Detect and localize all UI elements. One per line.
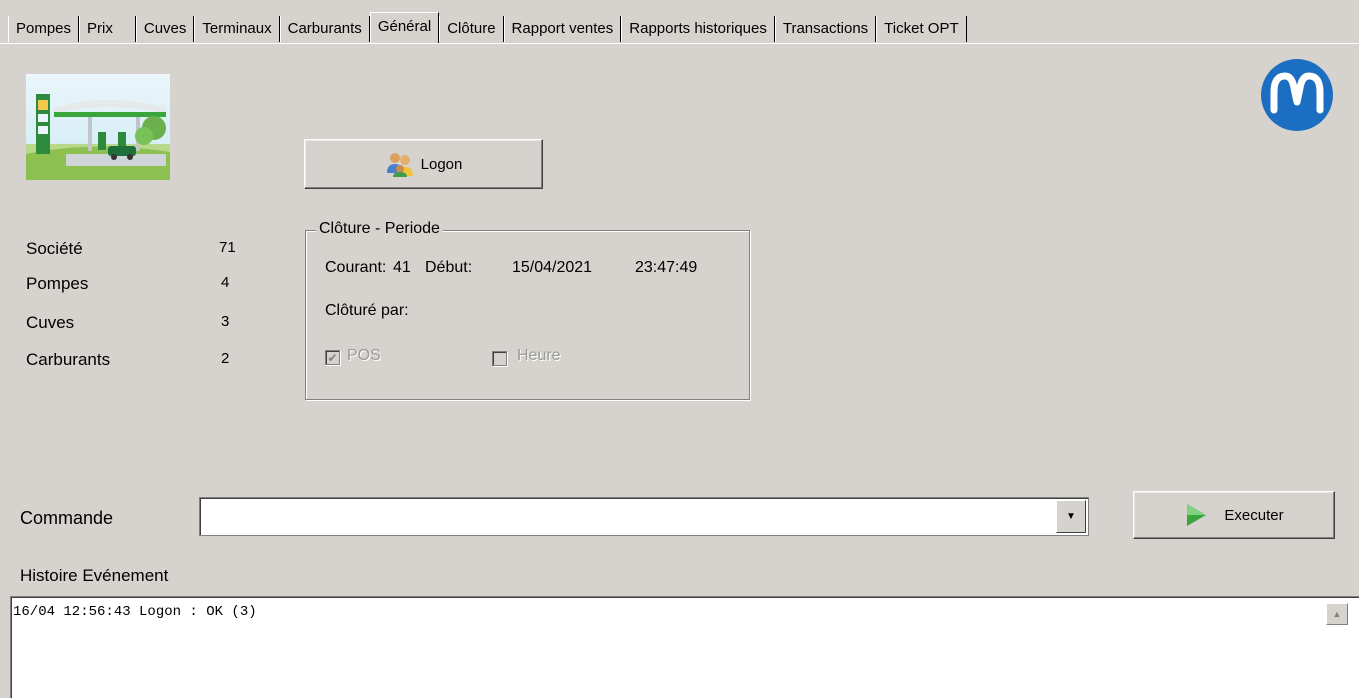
tab-carburants[interactable]: Carburants: [279, 16, 370, 42]
stat-cuves-label: Cuves: [26, 313, 75, 332]
history-line: 16/04 12:56:43 Logon : OK (3): [13, 604, 257, 620]
tab-general[interactable]: Général: [369, 12, 440, 43]
history-log[interactable]: 16/04 12:56:43 Logon : OK (3) ▲: [10, 596, 1359, 698]
heure-checkbox[interactable]: [492, 351, 507, 366]
history-label: Histoire Evénement: [20, 566, 169, 585]
stat-cuves-value: 3: [221, 313, 230, 330]
stat-societe-label: Société: [26, 239, 83, 258]
tab-rapports-historiques[interactable]: Rapports historiques: [621, 16, 775, 42]
cloture-periode-title: Clôture - Periode: [316, 220, 443, 238]
tab-cuves[interactable]: Cuves: [135, 16, 195, 42]
play-icon: [1184, 502, 1208, 528]
tab-pompes[interactable]: Pompes: [8, 16, 80, 42]
chevron-down-icon[interactable]: ▼: [1056, 500, 1086, 533]
executer-button[interactable]: Executer: [1133, 491, 1335, 539]
tab-list: Pompes Prix Cuves Terminaux Carburants G…: [8, 12, 967, 43]
tab-cloture[interactable]: Clôture: [439, 16, 504, 42]
stat-pompes-label: Pompes: [26, 274, 89, 293]
heure-label: Heure: [517, 347, 561, 364]
stat-carburants-value: 2: [221, 350, 230, 367]
tab-terminaux[interactable]: Terminaux: [194, 16, 280, 42]
tab-prix[interactable]: Prix: [79, 16, 136, 42]
courant-label: Courant:: [325, 259, 387, 276]
tab-bar: Pompes Prix Cuves Terminaux Carburants G…: [0, 12, 1359, 44]
logon-button-label: Logon: [420, 155, 463, 173]
stat-pompes-value: 4: [221, 274, 230, 291]
debut-date: 15/04/2021: [512, 259, 593, 276]
company-logo: [1260, 58, 1334, 132]
commande-label: Commande: [20, 508, 114, 528]
tab-divider: [0, 43, 1359, 44]
users-icon: [385, 151, 415, 177]
executer-button-label: Executer: [1224, 506, 1284, 524]
tab-transactions[interactable]: Transactions: [774, 16, 877, 42]
pos-checkbox[interactable]: ✔: [325, 350, 340, 365]
courant-value: 41: [393, 259, 411, 276]
stat-carburants-label: Carburants: [26, 350, 111, 369]
scroll-up-arrow-icon[interactable]: ▲: [1326, 603, 1348, 625]
cloture-par-label: Clôturé par:: [325, 302, 409, 319]
tab-ticket-opt[interactable]: Ticket OPT: [876, 16, 967, 42]
debut-time: 23:47:49: [635, 259, 698, 276]
logon-button[interactable]: Logon: [304, 139, 543, 189]
gas-station-image: [26, 74, 170, 180]
debut-label: Début:: [425, 259, 473, 276]
tab-rapport-ventes[interactable]: Rapport ventes: [503, 16, 622, 42]
commande-combobox[interactable]: ▼: [199, 497, 1089, 536]
pos-label: POS: [347, 347, 381, 364]
check-icon: ✔: [327, 350, 338, 365]
stat-societe-value: 71: [219, 239, 236, 256]
